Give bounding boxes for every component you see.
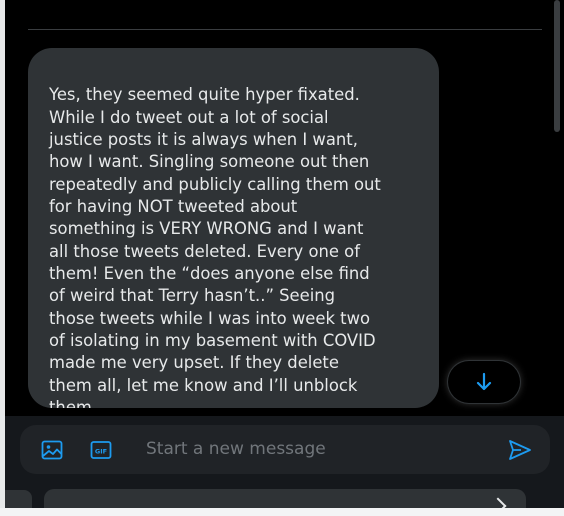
scroll-to-bottom-button[interactable] <box>448 361 520 403</box>
window-bottom-edge <box>0 508 564 516</box>
message-text: Yes, they seemed quite hyper fixated. Wh… <box>49 85 381 408</box>
thread-scrollbar[interactable] <box>554 0 560 132</box>
message-input[interactable]: Start a new message <box>146 438 326 460</box>
message-composer: GIF Start a new message <box>20 425 550 474</box>
gif-icon[interactable]: GIF <box>90 440 112 460</box>
arrow-down-icon <box>476 372 492 391</box>
send-icon[interactable] <box>508 439 532 461</box>
message-bubble: Yes, they seemed quite hyper fixated. Wh… <box>28 48 439 408</box>
gif-icon-label: GIF <box>95 447 107 455</box>
thread-divider <box>28 29 542 30</box>
image-icon[interactable] <box>41 440 63 460</box>
